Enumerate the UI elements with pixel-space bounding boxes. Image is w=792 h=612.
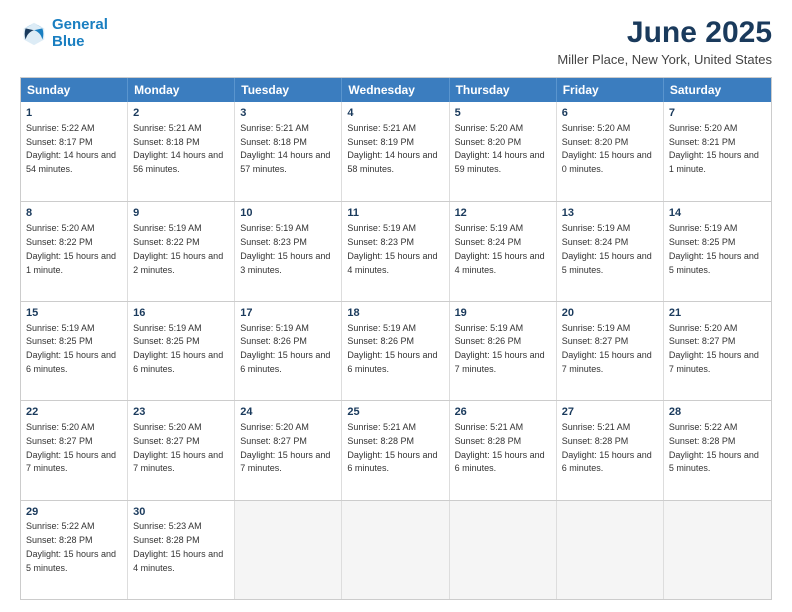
logo: General Blue <box>20 16 108 51</box>
calendar-cell-10: 10Sunrise: 5:19 AMSunset: 8:23 PMDayligh… <box>235 202 342 300</box>
weekday-wednesday: Wednesday <box>342 78 449 102</box>
calendar-body: 1Sunrise: 5:22 AMSunset: 8:17 PMDaylight… <box>21 102 771 599</box>
calendar-cell-19: 19Sunrise: 5:19 AMSunset: 8:26 PMDayligh… <box>450 302 557 400</box>
calendar-row-3: 15Sunrise: 5:19 AMSunset: 8:25 PMDayligh… <box>21 301 771 400</box>
calendar-cell-empty <box>450 501 557 599</box>
calendar-cell-7: 7Sunrise: 5:20 AMSunset: 8:21 PMDaylight… <box>664 102 771 201</box>
calendar-cell-empty <box>342 501 449 599</box>
calendar-cell-12: 12Sunrise: 5:19 AMSunset: 8:24 PMDayligh… <box>450 202 557 300</box>
subtitle: Miller Place, New York, United States <box>557 52 772 67</box>
calendar-cell-26: 26Sunrise: 5:21 AMSunset: 8:28 PMDayligh… <box>450 401 557 499</box>
calendar-cell-empty <box>235 501 342 599</box>
calendar-cell-14: 14Sunrise: 5:19 AMSunset: 8:25 PMDayligh… <box>664 202 771 300</box>
main-title: June 2025 <box>557 16 772 50</box>
calendar-header: Sunday Monday Tuesday Wednesday Thursday… <box>21 78 771 102</box>
calendar-cell-3: 3Sunrise: 5:21 AMSunset: 8:18 PMDaylight… <box>235 102 342 201</box>
calendar-cell-1: 1Sunrise: 5:22 AMSunset: 8:17 PMDaylight… <box>21 102 128 201</box>
calendar-page: General Blue June 2025 Miller Place, New… <box>0 0 792 612</box>
calendar-cell-27: 27Sunrise: 5:21 AMSunset: 8:28 PMDayligh… <box>557 401 664 499</box>
calendar-cell-empty <box>557 501 664 599</box>
calendar-cell-18: 18Sunrise: 5:19 AMSunset: 8:26 PMDayligh… <box>342 302 449 400</box>
calendar-cell-5: 5Sunrise: 5:20 AMSunset: 8:20 PMDaylight… <box>450 102 557 201</box>
calendar-cell-17: 17Sunrise: 5:19 AMSunset: 8:26 PMDayligh… <box>235 302 342 400</box>
weekday-sunday: Sunday <box>21 78 128 102</box>
calendar-row-1: 1Sunrise: 5:22 AMSunset: 8:17 PMDaylight… <box>21 102 771 201</box>
header: General Blue June 2025 Miller Place, New… <box>20 16 772 67</box>
calendar-cell-20: 20Sunrise: 5:19 AMSunset: 8:27 PMDayligh… <box>557 302 664 400</box>
calendar-cell-15: 15Sunrise: 5:19 AMSunset: 8:25 PMDayligh… <box>21 302 128 400</box>
calendar-row-5: 29Sunrise: 5:22 AMSunset: 8:28 PMDayligh… <box>21 500 771 599</box>
calendar-cell-28: 28Sunrise: 5:22 AMSunset: 8:28 PMDayligh… <box>664 401 771 499</box>
calendar-cell-4: 4Sunrise: 5:21 AMSunset: 8:19 PMDaylight… <box>342 102 449 201</box>
calendar-cell-2: 2Sunrise: 5:21 AMSunset: 8:18 PMDaylight… <box>128 102 235 201</box>
calendar-cell-25: 25Sunrise: 5:21 AMSunset: 8:28 PMDayligh… <box>342 401 449 499</box>
calendar-cell-8: 8Sunrise: 5:20 AMSunset: 8:22 PMDaylight… <box>21 202 128 300</box>
calendar-cell-29: 29Sunrise: 5:22 AMSunset: 8:28 PMDayligh… <box>21 501 128 599</box>
weekday-saturday: Saturday <box>664 78 771 102</box>
calendar: Sunday Monday Tuesday Wednesday Thursday… <box>20 77 772 600</box>
calendar-cell-13: 13Sunrise: 5:19 AMSunset: 8:24 PMDayligh… <box>557 202 664 300</box>
calendar-row-2: 8Sunrise: 5:20 AMSunset: 8:22 PMDaylight… <box>21 201 771 300</box>
weekday-thursday: Thursday <box>450 78 557 102</box>
calendar-cell-empty <box>664 501 771 599</box>
calendar-row-4: 22Sunrise: 5:20 AMSunset: 8:27 PMDayligh… <box>21 400 771 499</box>
weekday-tuesday: Tuesday <box>235 78 342 102</box>
weekday-friday: Friday <box>557 78 664 102</box>
calendar-cell-11: 11Sunrise: 5:19 AMSunset: 8:23 PMDayligh… <box>342 202 449 300</box>
calendar-cell-9: 9Sunrise: 5:19 AMSunset: 8:22 PMDaylight… <box>128 202 235 300</box>
calendar-cell-21: 21Sunrise: 5:20 AMSunset: 8:27 PMDayligh… <box>664 302 771 400</box>
calendar-cell-23: 23Sunrise: 5:20 AMSunset: 8:27 PMDayligh… <box>128 401 235 499</box>
logo-icon <box>20 19 48 47</box>
calendar-cell-6: 6Sunrise: 5:20 AMSunset: 8:20 PMDaylight… <box>557 102 664 201</box>
calendar-cell-30: 30Sunrise: 5:23 AMSunset: 8:28 PMDayligh… <box>128 501 235 599</box>
calendar-cell-22: 22Sunrise: 5:20 AMSunset: 8:27 PMDayligh… <box>21 401 128 499</box>
weekday-monday: Monday <box>128 78 235 102</box>
calendar-cell-24: 24Sunrise: 5:20 AMSunset: 8:27 PMDayligh… <box>235 401 342 499</box>
logo-text: General Blue <box>52 16 108 51</box>
title-section: June 2025 Miller Place, New York, United… <box>557 16 772 67</box>
calendar-cell-16: 16Sunrise: 5:19 AMSunset: 8:25 PMDayligh… <box>128 302 235 400</box>
